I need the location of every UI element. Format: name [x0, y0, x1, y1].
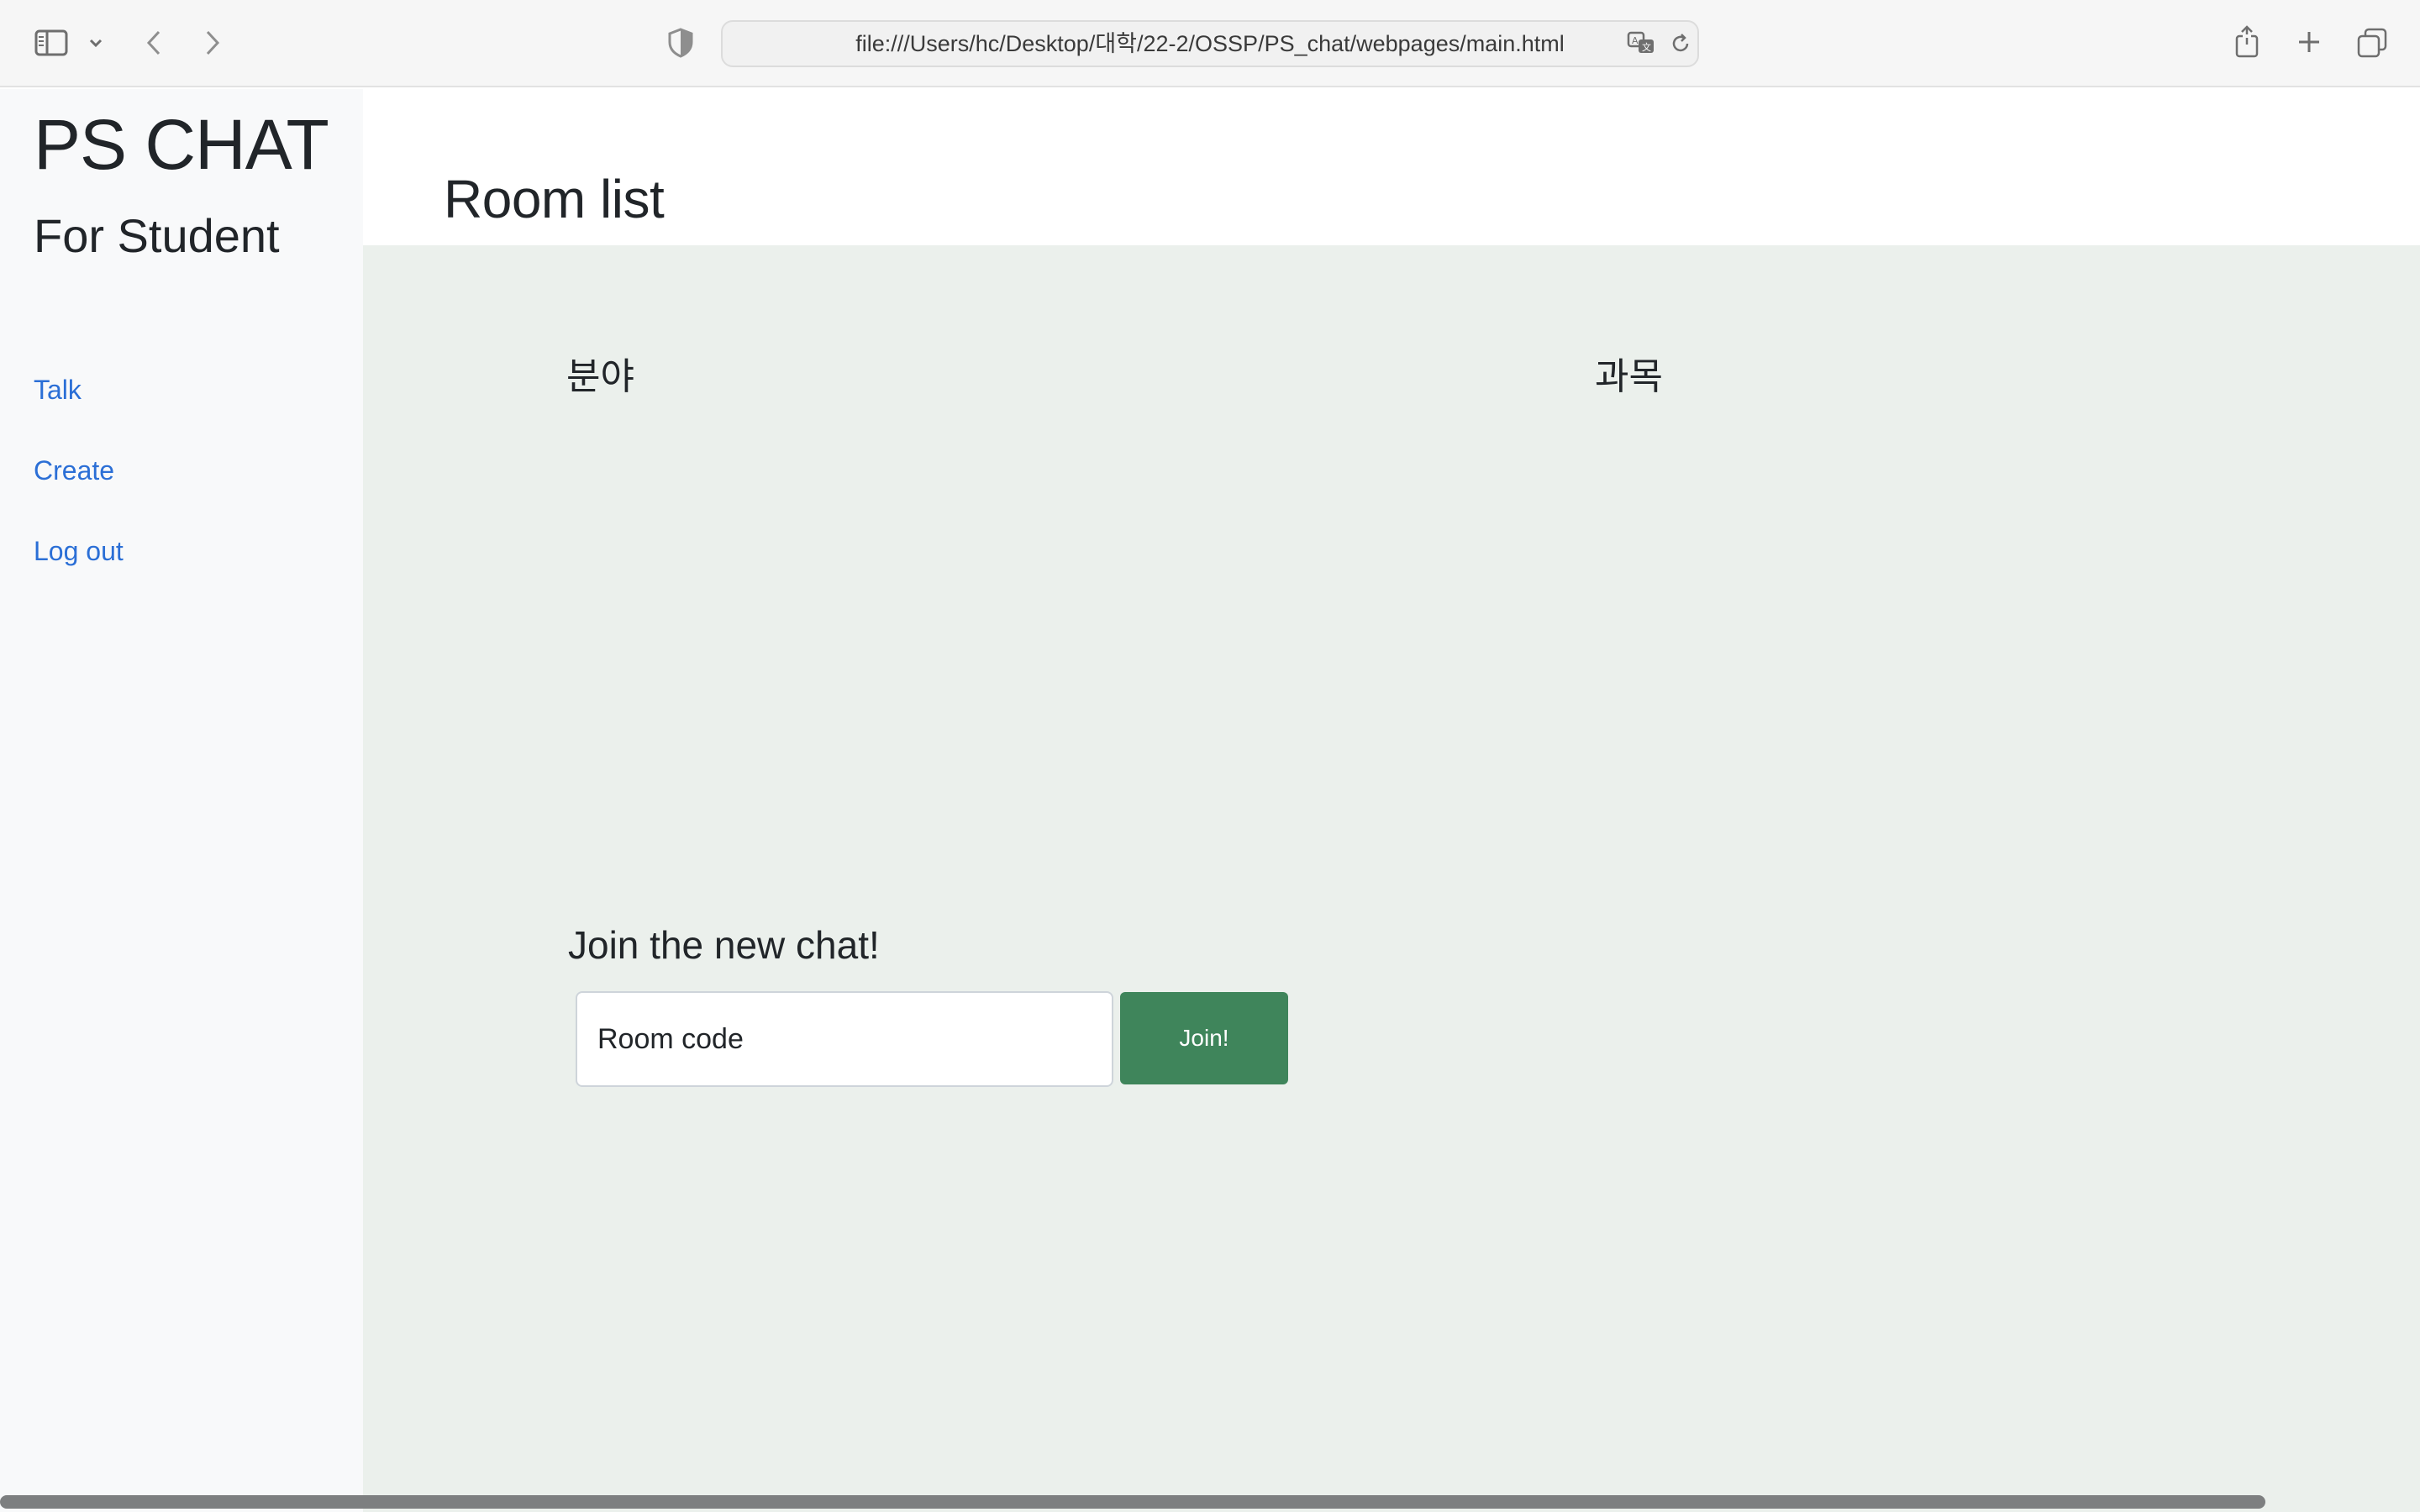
brand-subtitle: For Student	[34, 209, 280, 262]
nav-link-logout[interactable]: Log out	[34, 536, 124, 567]
room-code-input[interactable]	[576, 991, 1113, 1087]
share-icon[interactable]	[2230, 22, 2264, 60]
column-heading-subject: 과목	[1595, 355, 1663, 398]
join-chat-heading: Join the new chat!	[568, 923, 880, 967]
tab-overview-icon[interactable]	[2354, 25, 2390, 60]
svg-text:A: A	[1632, 35, 1639, 46]
column-heading-field: 분야	[566, 355, 634, 398]
back-arrow-icon[interactable]	[139, 25, 168, 60]
sidebar: PS CHAT For Student Talk Create Log out	[0, 89, 363, 1512]
privacy-shield-icon[interactable]	[664, 25, 697, 60]
room-list-panel: 분야 과목 Join the new chat! Join!	[363, 245, 2420, 1512]
brand-title: PS CHAT	[34, 105, 329, 184]
sidebar-toggle-icon[interactable]	[32, 25, 71, 60]
forward-arrow-icon[interactable]	[198, 25, 227, 60]
horizontal-scrollbar[interactable]	[0, 1495, 2265, 1509]
address-bar[interactable]: file:///Users/hc/Desktop/대학/22-2/OSSP/PS…	[721, 20, 1699, 67]
svg-text:文: 文	[1642, 41, 1651, 53]
nav-link-talk[interactable]: Talk	[34, 375, 82, 406]
translate-icon[interactable]: A文	[1625, 27, 1659, 60]
nav-link-create[interactable]: Create	[34, 455, 114, 486]
main-header: Room list	[363, 89, 2420, 245]
page-title: Room list	[444, 169, 665, 229]
join-button[interactable]: Join!	[1120, 992, 1288, 1084]
chevron-down-icon[interactable]	[84, 30, 108, 55]
url-text[interactable]: file:///Users/hc/Desktop/대학/22-2/OSSP/PS…	[723, 22, 1697, 66]
browser-toolbar: file:///Users/hc/Desktop/대학/22-2/OSSP/PS…	[0, 0, 2420, 87]
reload-icon[interactable]	[1665, 29, 1696, 59]
new-tab-plus-icon[interactable]	[2292, 25, 2326, 59]
